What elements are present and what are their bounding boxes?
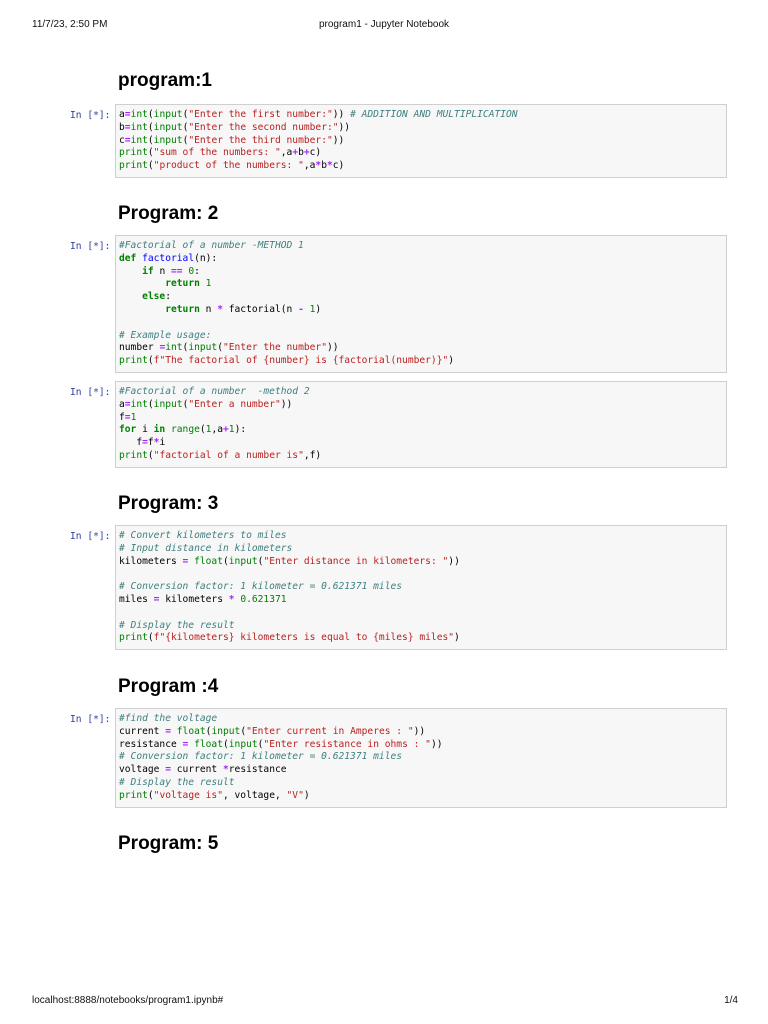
code-line: print("voltage is", voltage, "V") [119,789,310,801]
print-page-number: 1/4 [724,995,738,1006]
code-line: print("product of the numbers: ",a*b*c) [119,160,345,172]
code-line: miles = kilometers * 0.621371 [119,593,287,605]
code-line: #Factorial of a number -METHOD 1 [119,240,304,251]
code-cell-source[interactable]: #Factorial of a number -method 2 a=int(i… [119,386,723,463]
code-line: #find the voltage [119,713,218,724]
code-line: print(f"The factorial of {number} is {fa… [119,355,455,367]
print-page-title: program1 - Jupyter Notebook [318,19,450,30]
code-cell-source[interactable]: # Convert kilometers to miles # Input di… [119,530,723,645]
code-line: resistance = float(input("Enter resistan… [119,738,443,750]
code-line: f=f*i [119,437,166,449]
code-line: f=1 [119,411,137,423]
code-cell-source[interactable]: #find the voltage current = float(input(… [119,713,723,803]
code-line: # Conversion factor: 1 kilometer = 0.621… [119,751,403,763]
code-line: for i in range(1,a+1): [119,424,247,436]
cell-prompt: In [*]: [70,241,111,252]
code-cell-source[interactable]: #Factorial of a number -METHOD 1 def fac… [119,240,723,368]
code-line: print("factorial of a number is",f) [119,449,322,461]
code-line: #Factorial of a number -method 2 [119,386,310,397]
code-line: # Conversion factor: 1 kilometer = 0.621… [119,581,403,593]
code-cell-3[interactable]: #Factorial of a number -method 2 a=int(i… [115,381,727,468]
code-line: print("sum of the numbers: ",a+b+c) [119,147,322,159]
code-line: print(f"{kilometers} kilometers is equal… [119,632,460,644]
code-cell-2[interactable]: #Factorial of a number -METHOD 1 def fac… [115,235,727,373]
code-line: b=int(input("Enter the second number:")) [119,121,351,133]
code-line: voltage = current *resistance [119,764,287,776]
cell-prompt: In [*]: [70,110,111,121]
code-line: a=int(input("Enter a number")) [119,398,293,410]
heading-program-2: Program: 2 [118,203,219,224]
code-line: c=int(input("Enter the third number:")) [119,134,345,146]
heading-program-5: Program: 5 [118,833,219,854]
cell-prompt: In [*]: [70,387,111,398]
code-line: # Convert kilometers to miles [119,530,287,541]
code-line: return 1 [165,278,212,290]
code-cell-4[interactable]: # Convert kilometers to miles # Input di… [115,525,727,651]
code-line: # Example usage: [119,329,212,341]
code-line: kilometers = float(input("Enter distance… [119,555,460,567]
print-url: localhost:8888/notebooks/program1.ipynb# [32,995,224,1006]
code-cell-source[interactable]: a=int(input("Enter the first number:")) … [119,109,723,173]
code-line: # Display the result [119,776,235,788]
cell-prompt: In [*]: [70,714,111,725]
code-line: # Display the result [119,619,235,631]
code-line: def factorial(n): [119,252,218,264]
heading-program-3: Program: 3 [118,493,219,514]
heading-program-1: program:1 [118,70,212,91]
heading-program-4: Program :4 [118,676,219,697]
cell-prompt: In [*]: [70,531,111,542]
code-cell-1[interactable]: a=int(input("Enter the first number:")) … [115,104,727,178]
code-cell-5[interactable]: #find the voltage current = float(input(… [115,708,727,808]
code-line: a=int(input("Enter the first number:")) … [119,109,518,120]
code-line: number =int(input("Enter the number")) [119,342,339,354]
code-line: return n * factorial(n - 1) [165,303,322,315]
code-line: # Input distance in kilometers [119,542,293,554]
code-line: current = float(input("Enter current in … [119,725,426,737]
code-line: else: [142,291,171,303]
code-line: if n == 0: [142,265,200,277]
